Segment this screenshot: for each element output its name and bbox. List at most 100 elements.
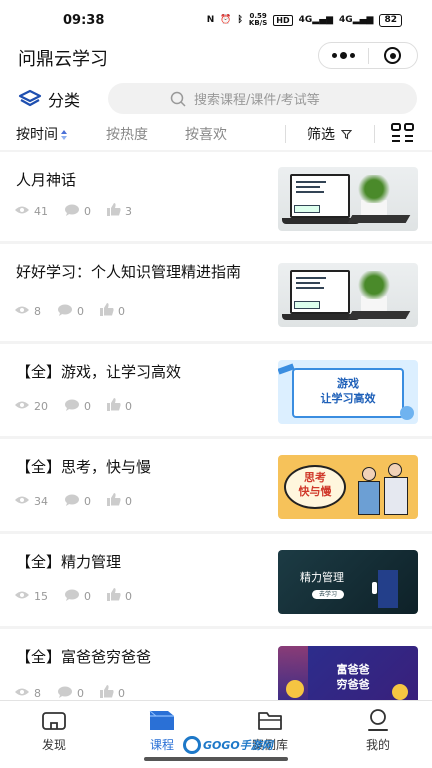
course-title: 【全】思考，快与慢 (16, 458, 152, 476)
likes-stat[interactable]: 0 (100, 303, 125, 319)
net-speed: 0.59 KB/S (248, 12, 268, 27)
more-dot-icon (331, 53, 337, 58)
eye-icon (14, 590, 30, 603)
category-button[interactable]: 分类 (18, 87, 80, 111)
course-stats: 20 0 0 (14, 398, 132, 414)
sort-by-time[interactable]: 按时间 (16, 124, 67, 144)
signal-icon-2: 4G▂▄▆ (339, 15, 374, 25)
comment-icon (64, 204, 80, 219)
sort-by-likes[interactable]: 按喜欢 (185, 124, 227, 144)
tab-discover[interactable]: 发现 (0, 701, 108, 768)
thumbs-up-icon (107, 398, 121, 414)
status-time: 09:38 (63, 13, 105, 28)
home-icon (41, 708, 67, 732)
miniprogram-capsule (318, 42, 418, 69)
course-title: 【全】精力管理 (16, 553, 122, 571)
nfc-icon: N (206, 15, 215, 25)
course-thumbnail[interactable] (278, 167, 418, 231)
watermark-logo-icon (183, 736, 201, 754)
comments-stat: 0 (64, 589, 91, 604)
eye-icon (14, 400, 30, 413)
course-stats: 15 0 0 (14, 588, 132, 604)
close-miniprogram-button[interactable] (368, 43, 417, 68)
course-list: 人月神话 41 0 3 好好学习：个人知识管理精进指南 8 0 0 【全】游戏，让学习高效 20 0… (0, 152, 432, 726)
thumbs-up-icon (107, 588, 121, 604)
comment-icon (57, 686, 73, 701)
views-stat: 15 (14, 590, 48, 603)
comment-icon (64, 589, 80, 604)
thumbs-up-icon (107, 493, 121, 509)
course-title: 好好学习：个人知识管理精进指南 (16, 263, 242, 281)
course-title: 人月神话 (16, 171, 77, 189)
eye-icon (14, 495, 30, 508)
layout-toggle-button[interactable] (391, 123, 415, 147)
thumbs-up-icon (107, 203, 121, 219)
title-bar: 问鼎云学习 (0, 42, 432, 78)
course-card[interactable]: 【全】思考，快与慢 34 0 0 思考 快与慢 (0, 439, 432, 531)
more-button[interactable] (319, 43, 368, 68)
comment-icon (64, 494, 80, 509)
watermark: GOGO手游网 (183, 733, 293, 757)
search-input[interactable]: 搜索课程/课件/考试等 (108, 83, 417, 114)
folder-icon (257, 708, 283, 732)
comment-icon (57, 304, 73, 319)
search-icon (170, 91, 186, 107)
course-stats: 8 0 0 (14, 303, 125, 319)
course-card[interactable]: 【全】精力管理 15 0 0 精力管理 去学习 (0, 534, 432, 626)
status-bar: 09:38 N ⏰ ᛒ 0.59 KB/S HD 4G▂▄▆ 4G▂▄▆ 82 (0, 0, 432, 42)
views-stat: 20 (14, 400, 48, 413)
course-stats: 8 0 0 (14, 685, 125, 701)
thumbs-up-icon (100, 685, 114, 701)
course-icon (148, 708, 176, 732)
course-title: 【全】游戏，让学习高效 (16, 363, 182, 381)
views-stat: 8 (14, 305, 41, 318)
course-card[interactable]: 【全】游戏，让学习高效 20 0 0 游戏 让学习高效 (0, 344, 432, 436)
views-stat: 8 (14, 687, 41, 700)
search-row: 分类 搜索课程/课件/考试等 (0, 78, 432, 120)
more-dot-icon (349, 53, 355, 58)
eye-icon (14, 305, 30, 318)
likes-stat[interactable]: 0 (107, 588, 132, 604)
more-dot-icon (339, 52, 347, 59)
sort-arrows-icon (61, 130, 67, 140)
likes-stat[interactable]: 0 (107, 493, 132, 509)
eye-icon (14, 687, 30, 700)
funnel-icon (341, 129, 352, 139)
course-thumbnail[interactable] (278, 263, 418, 327)
page-title: 问鼎云学习 (18, 49, 108, 70)
likes-stat[interactable]: 0 (100, 685, 125, 701)
course-stats: 41 0 3 (14, 203, 132, 219)
comments-stat: 0 (64, 494, 91, 509)
course-card[interactable]: 好好学习：个人知识管理精进指南 8 0 0 (0, 244, 432, 341)
tab-profile[interactable]: 我的 (324, 701, 432, 768)
search-placeholder: 搜索课程/课件/考试等 (194, 93, 320, 108)
eye-icon (14, 205, 30, 218)
filter-divider (374, 125, 375, 143)
likes-stat[interactable]: 3 (107, 203, 132, 219)
course-stats: 34 0 0 (14, 493, 132, 509)
signal-icon-1: 4G▂▄▆ (298, 15, 334, 25)
course-thumbnail[interactable]: 游戏 让学习高效 (278, 360, 418, 424)
course-title: 【全】富爸爸穷爸爸 (16, 648, 152, 666)
category-label: 分类 (48, 91, 81, 110)
grid-view-icon (391, 123, 414, 142)
course-thumbnail[interactable]: 精力管理 去学习 (278, 550, 418, 614)
layers-icon (18, 89, 42, 107)
views-stat: 41 (14, 205, 48, 218)
course-thumbnail[interactable]: 思考 快与慢 (278, 455, 418, 519)
comment-icon (64, 399, 80, 414)
thumbs-up-icon (100, 303, 114, 319)
course-card[interactable]: 人月神话 41 0 3 (0, 152, 432, 241)
sort-by-popularity[interactable]: 按热度 (106, 124, 148, 144)
comments-stat: 0 (57, 686, 84, 701)
filter-button[interactable]: 筛选 (307, 124, 352, 144)
views-stat: 34 (14, 495, 48, 508)
comments-stat: 0 (64, 399, 91, 414)
target-icon (384, 47, 402, 64)
likes-stat[interactable]: 0 (107, 398, 132, 414)
profile-icon (365, 708, 391, 732)
filter-divider (285, 125, 286, 143)
status-icons: N ⏰ ᛒ 0.59 KB/S HD 4G▂▄▆ 4G▂▄▆ 82 (207, 13, 402, 27)
battery-icon: 82 (379, 13, 402, 27)
home-indicator[interactable] (144, 757, 288, 761)
